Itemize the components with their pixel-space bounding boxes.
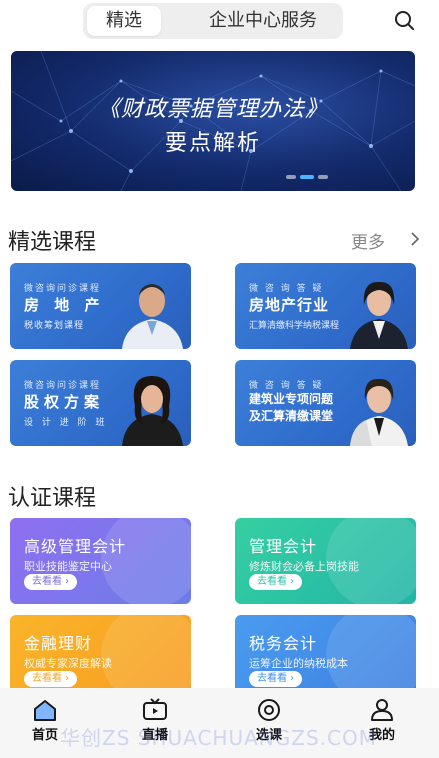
banner-subtitle: 要点解析 xyxy=(164,131,261,156)
cert-subtitle: 权威专家深度解读 xyxy=(24,657,112,670)
chevron-right-icon[interactable] xyxy=(408,230,422,248)
cert-subtitle: 修炼财会必备上岗技能 xyxy=(249,560,359,573)
course-title: 建筑业专项问题 xyxy=(249,392,334,406)
cert-subtitle: 运筹企业的纳税成本 xyxy=(249,657,348,670)
tab-enterprise-service[interactable]: 企业中心服务 xyxy=(183,6,343,36)
course-card[interactable]: 微咨询问诊课程 股权方案 设 计 进 阶 班 xyxy=(10,360,191,446)
search-icon xyxy=(395,11,414,30)
lecturer-photo xyxy=(122,284,183,349)
carousel-dot-active[interactable] xyxy=(300,175,314,179)
course-tag: 微咨询问诊课程 xyxy=(24,381,102,391)
cert-title: 管理会计 xyxy=(249,537,318,556)
section-title-featured: 精选课程 xyxy=(8,230,97,255)
cert-title: 税务会计 xyxy=(249,634,318,653)
person-icon xyxy=(371,699,393,721)
course-card[interactable]: 微 咨 询 答 疑 建筑业专项问题 及汇算清缴课堂 xyxy=(235,360,416,446)
lecturer-photo xyxy=(122,376,183,446)
promo-banner[interactable]: 《财政票据管理办法》 要点解析 xyxy=(11,51,415,191)
carousel-dot[interactable] xyxy=(318,175,328,179)
top-tab-switcher: 精选 企业中心服务 xyxy=(83,3,343,39)
course-subtitle: 汇算清缴科学纳税课程 xyxy=(249,321,340,331)
banner-title: 《财政票据管理办法》 xyxy=(97,97,328,122)
course-tag: 微咨询问诊课程 xyxy=(24,284,102,294)
view-button[interactable]: 去看看 › xyxy=(24,671,78,687)
course-title-line2: 及汇算清缴课堂 xyxy=(249,409,334,423)
course-card[interactable]: 微咨询问诊课程 房 地 产 税收筹划课程 xyxy=(10,263,191,349)
top-bar: 精选 企业中心服务 xyxy=(0,0,439,44)
cert-card[interactable]: 高级管理会计 职业技能鉴定中心 去看看 › xyxy=(10,518,191,604)
cert-card[interactable]: 管理会计 修炼财会必备上岗技能 去看看 › xyxy=(235,518,416,604)
lecturer-photo xyxy=(350,378,408,446)
section-title-certification: 认证课程 xyxy=(8,486,97,511)
cert-title: 高级管理会计 xyxy=(24,537,127,556)
cert-title: 金融理财 xyxy=(24,634,93,653)
course-title: 房地产行业 xyxy=(249,296,330,314)
carousel-dot[interactable] xyxy=(286,175,296,179)
more-link[interactable]: 更多 xyxy=(351,228,385,253)
course-title: 房 地 产 xyxy=(24,296,105,314)
course-subtitle: 税收筹划课程 xyxy=(24,321,85,331)
view-button[interactable]: 去看看 › xyxy=(249,574,303,590)
card-decoration xyxy=(101,518,191,604)
lecturer-photo xyxy=(350,281,408,349)
tv-icon xyxy=(143,698,167,720)
home-icon xyxy=(34,700,56,721)
course-title: 股权方案 xyxy=(24,393,105,411)
watermark: 华创ZS SHUACHUANGZS.COM xyxy=(60,726,377,750)
course-subtitle: 设 计 进 阶 班 xyxy=(24,418,108,428)
course-card[interactable]: 微 咨 询 答 疑 房地产行业 汇算清缴科学纳税课程 xyxy=(235,263,416,349)
eye-icon xyxy=(258,699,280,721)
view-button[interactable]: 去看看 › xyxy=(24,574,78,590)
search-button[interactable] xyxy=(392,8,418,34)
course-tag: 微 咨 询 答 疑 xyxy=(249,284,324,294)
view-button[interactable]: 去看看 › xyxy=(249,671,303,687)
tab-featured[interactable]: 精选 xyxy=(87,6,161,36)
cert-subtitle: 职业技能鉴定中心 xyxy=(24,560,112,573)
